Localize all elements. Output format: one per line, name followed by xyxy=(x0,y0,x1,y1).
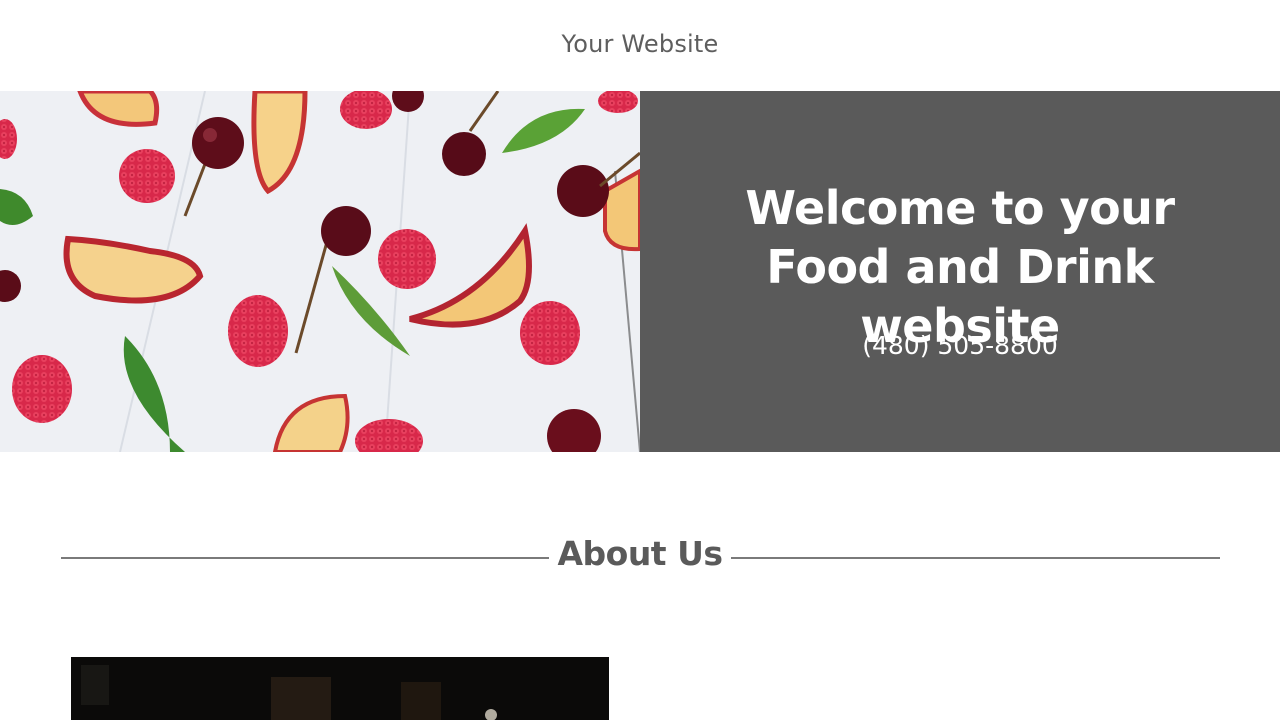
about-image xyxy=(71,657,609,720)
hero-fruit-image xyxy=(0,91,640,452)
hero-section: Welcome to your Food and Drink website (… xyxy=(0,91,1280,452)
hero-phone-link[interactable]: (480) 505-8800 xyxy=(640,331,1280,360)
hero-text-panel: Welcome to your Food and Drink website (… xyxy=(640,91,1280,452)
about-divider-right xyxy=(731,557,1220,559)
about-section: About Us xyxy=(0,452,1280,720)
site-title-link[interactable]: Your Website xyxy=(0,30,1280,58)
site-header: Your Website xyxy=(0,0,1280,91)
about-heading: About Us xyxy=(557,534,723,573)
hero-heading: Welcome to your Food and Drink website xyxy=(745,181,1175,353)
